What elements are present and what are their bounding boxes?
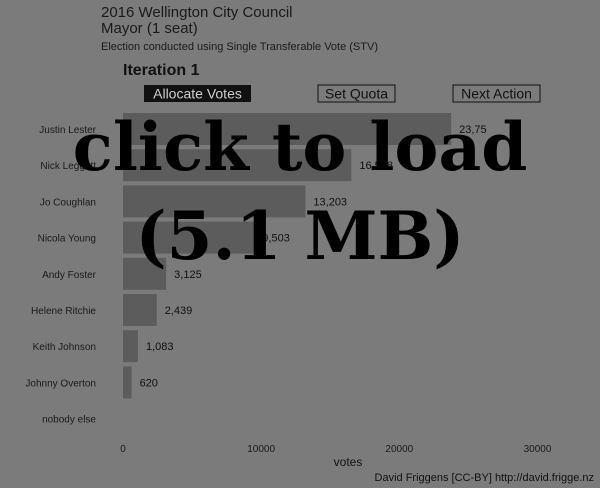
plot-area: Justin Lester 23,75 Nick Leggett 16,528 Jo C… (25, 113, 552, 455)
category-label: Justin Lester (39, 125, 96, 136)
data-label: 2,439 (165, 305, 193, 317)
data-label: 620 (140, 377, 158, 389)
bar (123, 294, 157, 326)
data-label: 23,75 (459, 124, 487, 136)
category-label: Jo Coughlan (40, 197, 96, 208)
category-label: Nick Leggett (40, 161, 96, 172)
category-label: Nicola Young (38, 234, 96, 245)
data-label: 3,125 (174, 269, 202, 281)
x-axis-label: votes (334, 455, 363, 469)
category-label: Keith Johnson (33, 342, 96, 353)
bar (123, 257, 167, 290)
x-tick-label: 10000 (247, 444, 275, 455)
category-label: nobody else (42, 415, 96, 426)
bar (123, 113, 452, 145)
chart-subtitle: Mayor (1 seat) (101, 20, 198, 37)
bar (123, 366, 132, 399)
next-action-button[interactable]: Next Action (452, 84, 541, 103)
data-label: 13,203 (313, 196, 347, 208)
iteration-label: Iteration 1 (123, 62, 200, 79)
category-label: Helene Ritchie (31, 306, 96, 317)
bar (123, 185, 306, 218)
data-label: 9,503 (262, 233, 290, 245)
chart-caption: Election conducted using Single Transfer… (101, 41, 378, 53)
allocate-votes-label[interactable]: Allocate Votes (153, 86, 242, 102)
x-tick-label: 30000 (524, 444, 552, 455)
chart-title: 2016 Wellington City Council (101, 4, 293, 21)
credit-text: David Friggens [CC-BY] http://david.frig… (375, 472, 594, 484)
stv-chart: 2016 Wellington City Council Mayor (1 se… (25, 4, 594, 484)
set-quota-label[interactable]: Set Quota (325, 86, 388, 102)
data-label: 16,528 (359, 160, 393, 172)
category-label: Andy Foster (42, 270, 97, 281)
data-label: 1,083 (146, 341, 174, 353)
set-quota-button[interactable]: Set Quota (317, 84, 396, 103)
category-label: Johnny Overton (25, 378, 96, 389)
bar (123, 330, 138, 363)
next-action-label[interactable]: Next Action (461, 86, 532, 102)
x-tick-label: 0 (120, 444, 126, 455)
bar (123, 149, 352, 182)
allocate-votes-button[interactable]: Allocate Votes (144, 85, 251, 102)
x-tick-label: 20000 (385, 444, 413, 455)
bar (123, 221, 255, 254)
